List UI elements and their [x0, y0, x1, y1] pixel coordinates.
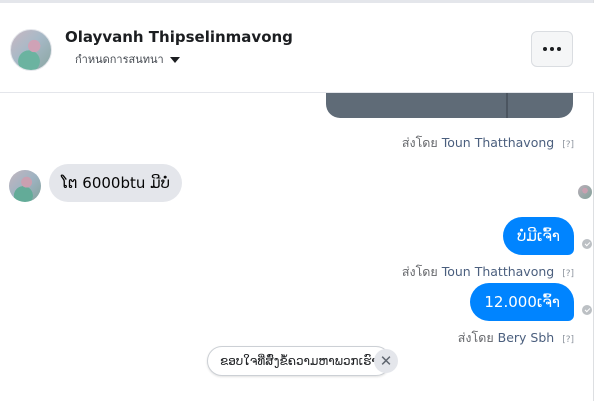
delivered-check-icon	[582, 305, 592, 315]
more-options-button[interactable]	[531, 31, 573, 67]
outgoing-message-text: ບໍ່ມີເຈົ້າ	[516, 227, 560, 245]
seen-avatar	[578, 185, 592, 199]
conversation-settings-dropdown[interactable]: กำหนดการสนทนา	[75, 50, 180, 68]
sent-by-label: ส่งโดย Toun Thatthavong [?]	[402, 262, 574, 282]
image-detail	[506, 93, 508, 118]
dismiss-quick-reply-button[interactable]: ✕	[374, 349, 398, 373]
delivered-check-icon	[582, 239, 592, 249]
sender-name-link[interactable]: Toun Thatthavong	[442, 264, 554, 279]
sent-by-label: ส่งโดย Bery Sbh [?]	[458, 328, 574, 348]
incoming-sender-avatar[interactable]	[9, 170, 41, 202]
help-link[interactable]: [?]	[562, 335, 574, 345]
incoming-message-text: ໂຕ 6000btu ມີບໍ່	[61, 174, 171, 192]
conversation-header: Olayvanh Thipselinmavong กำหนดการสนทนา	[0, 3, 594, 93]
sender-name-link[interactable]: Toun Thatthavong	[442, 135, 554, 150]
close-icon: ✕	[379, 351, 393, 370]
conversation-settings-label: กำหนดการสนทนา	[75, 53, 164, 66]
help-link[interactable]: [?]	[562, 140, 574, 150]
quick-reply-chip[interactable]: ຂອບໃຈທີ່ສົ່ງຂໍ້ຄວາມຫາພວກເຮົາ	[207, 346, 391, 376]
more-dot-icon	[557, 47, 561, 51]
avatar[interactable]	[10, 29, 52, 71]
outgoing-image-message[interactable]	[326, 93, 573, 118]
quick-reply-text: ຂອບໃຈທີ່ສົ່ງຂໍ້ຄວາມຫາພວກເຮົາ	[220, 354, 378, 368]
incoming-message-bubble[interactable]: ໂຕ 6000btu ມີບໍ່	[49, 164, 183, 202]
sent-by-prefix: ส่งโดย	[457, 330, 494, 345]
sender-name-link[interactable]: Bery Sbh	[498, 330, 555, 345]
outgoing-message-bubble[interactable]: 12.000ເຈົ້າ	[470, 283, 574, 321]
sent-by-label: ส่งโดย Toun Thatthavong [?]	[402, 133, 574, 153]
more-dot-icon	[550, 47, 554, 51]
more-dot-icon	[543, 47, 547, 51]
contact-name[interactable]: Olayvanh Thipselinmavong	[65, 28, 293, 46]
outgoing-message-bubble[interactable]: ບໍ່ມີເຈົ້າ	[502, 217, 574, 255]
sent-by-prefix: ส่งโดย	[401, 135, 438, 150]
help-link[interactable]: [?]	[562, 269, 574, 279]
caret-down-icon	[169, 57, 180, 63]
outgoing-message-text: 12.000ເຈົ້າ	[484, 293, 560, 311]
sent-by-prefix: ส่งโดย	[401, 264, 438, 279]
